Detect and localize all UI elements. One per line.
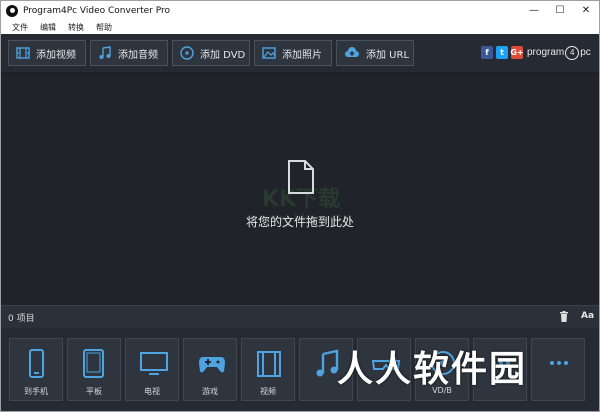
device-label: 平板 — [86, 387, 102, 396]
toolbar: 添加视频 添加音频 添加 DVD 添加照片 添加 URL f t G+ prog… — [1, 34, 599, 73]
add-dvd-label: 添加 DVD — [200, 49, 246, 61]
device-tile-phone[interactable]: 到手机 — [9, 338, 63, 401]
device-tile-game[interactable]: 游戏 — [183, 338, 237, 401]
document-icon — [288, 160, 314, 194]
menu-edit[interactable]: 编辑 — [39, 22, 57, 33]
device-label: 游戏 — [202, 387, 218, 396]
add-photo-button[interactable]: 添加照片 — [254, 40, 332, 66]
device-label: 电视 — [144, 387, 160, 396]
brand-text-mid: 4 — [565, 45, 580, 60]
title-bar: Program4Pc Video Converter Pro — ☐ ✕ — [1, 1, 599, 20]
more-icon — [550, 361, 568, 365]
device-tile-tv[interactable]: 电视 — [125, 338, 179, 401]
device-tile-more-2[interactable] — [531, 338, 585, 401]
drop-zone[interactable]: KK下载 www.kkx.net 将您的文件拖到此处 — [1, 73, 599, 305]
add-url-label: 添加 URL — [366, 49, 410, 61]
item-bar: 0 项目 Aa — [1, 305, 599, 328]
brand-logo[interactable]: program 4 pc — [527, 45, 591, 60]
device-label: 到手机 — [24, 387, 48, 396]
drop-hint-text: 将您的文件拖到此处 — [245, 215, 354, 229]
add-photo-label: 添加照片 — [282, 49, 322, 61]
menu-bar: 文件 编辑 转换 帮助 — [1, 20, 599, 34]
cloud-upload-icon — [345, 47, 359, 57]
twitter-icon[interactable]: t — [496, 46, 508, 59]
add-audio-button[interactable]: 添加音频 — [90, 40, 168, 66]
trash-icon[interactable] — [559, 311, 569, 322]
google-plus-icon[interactable]: G+ — [510, 46, 524, 59]
facebook-icon[interactable]: f — [481, 46, 493, 59]
device-label: 视频 — [260, 387, 276, 396]
font-size-button[interactable]: Aa — [581, 311, 594, 321]
window-title: Program4Pc Video Converter Pro — [23, 5, 170, 16]
tablet-icon — [83, 349, 104, 378]
maximize-button[interactable]: ☐ — [547, 1, 573, 20]
device-tile-video[interactable]: 视频 — [241, 338, 295, 401]
brand-text-pre: program — [527, 47, 565, 58]
add-url-button[interactable]: 添加 URL — [336, 40, 414, 66]
phone-icon — [29, 349, 44, 378]
menu-file[interactable]: 文件 — [11, 22, 29, 33]
item-count: 0 项目 — [8, 314, 35, 324]
app-logo-icon — [6, 4, 18, 17]
close-button[interactable]: ✕ — [573, 1, 599, 20]
window-controls: — ☐ ✕ — [521, 1, 599, 20]
image-icon — [262, 47, 276, 59]
add-dvd-button[interactable]: 添加 DVD — [172, 40, 250, 66]
add-video-button[interactable]: 添加视频 — [8, 40, 86, 66]
site-watermark: 人人软件园 — [337, 349, 528, 390]
gamepad-icon — [199, 357, 225, 373]
add-audio-label: 添加音频 — [118, 49, 158, 61]
music-note-icon — [99, 46, 111, 59]
brand-text-post: pc — [580, 47, 591, 58]
film-icon — [16, 47, 30, 59]
tv-icon — [140, 352, 168, 375]
disc-icon — [180, 46, 194, 60]
film-icon — [257, 351, 281, 377]
menu-convert[interactable]: 转换 — [67, 22, 85, 33]
menu-help[interactable]: 帮助 — [95, 22, 113, 33]
minimize-button[interactable]: — — [521, 1, 547, 20]
add-video-label: 添加视频 — [36, 49, 76, 61]
device-tile-tablet[interactable]: 平板 — [67, 338, 121, 401]
